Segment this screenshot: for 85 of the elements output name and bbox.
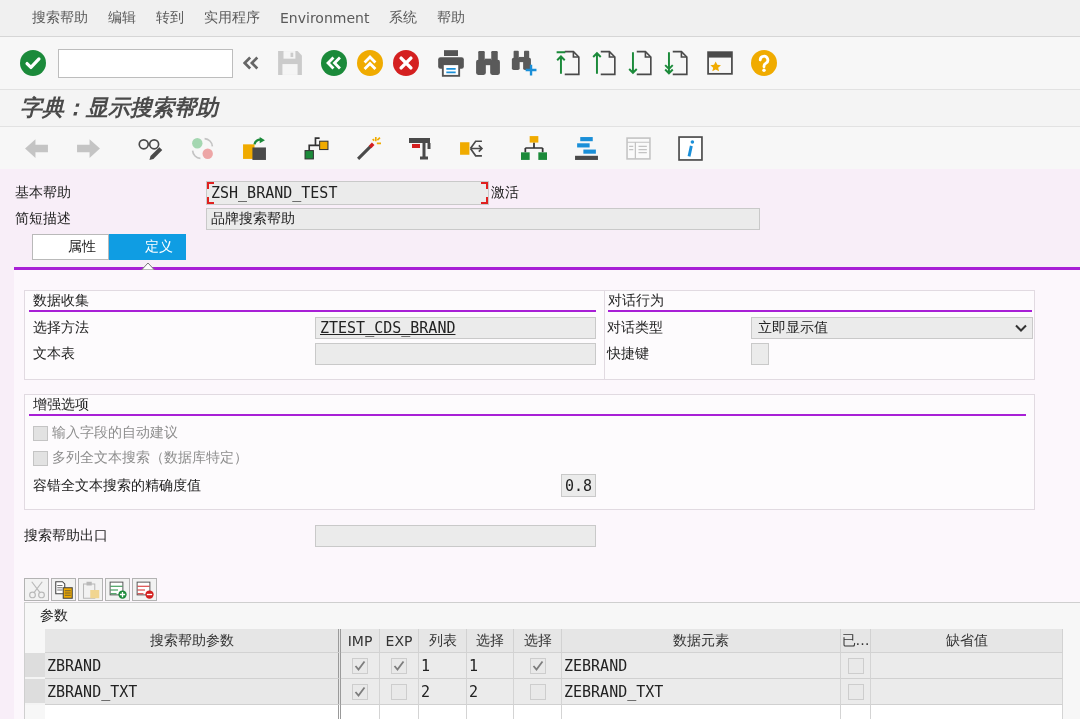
field-label: 文本表: [33, 345, 76, 363]
paste-icon: [81, 580, 100, 599]
menu-item[interactable]: 编辑: [108, 9, 136, 27]
delete-row-icon: [135, 580, 154, 599]
table-title: 参数: [40, 607, 68, 625]
scissors-icon: [27, 580, 46, 599]
column-header[interactable]: 已…: [841, 629, 871, 653]
insert-row-icon: [108, 580, 127, 599]
hierarchy-icon[interactable]: [304, 135, 329, 161]
input-field[interactable]: 0.8: [561, 474, 596, 497]
menu-item[interactable]: 转到: [156, 9, 184, 27]
field-label: 基本帮助: [15, 184, 72, 202]
table-cell: ZBRAND_TXT: [45, 679, 341, 705]
insert-row-button[interactable]: [105, 578, 130, 601]
input-field[interactable]: [315, 343, 596, 365]
checkbox-label: 输入字段的自动建议: [52, 424, 178, 442]
double-chevron-left-icon[interactable]: [243, 55, 259, 71]
table-cell: ZBRAND: [45, 653, 341, 679]
org-chart-icon[interactable]: [521, 135, 547, 161]
field-label: 选择方法: [33, 319, 90, 337]
checkbox[interactable]: [529, 657, 546, 674]
check-icon[interactable]: [20, 50, 46, 76]
squares-arrow-icon[interactable]: [242, 135, 267, 161]
table-cell: ZEBRAND_TXT: [562, 679, 841, 705]
group-title: 对话行为: [608, 291, 664, 310]
tab[interactable]: 属性: [32, 234, 109, 260]
magic-wand-icon[interactable]: [356, 135, 381, 161]
chevron-down-icon: [1015, 324, 1027, 332]
dropdown[interactable]: 立即显示值: [751, 317, 1033, 339]
table-cell: 2: [467, 679, 514, 705]
column-header[interactable]: 数据元素: [562, 629, 841, 653]
copy-icon: [54, 580, 73, 599]
table-cell: ZEBRAND: [562, 653, 841, 679]
field-label: 搜索帮助出口: [24, 527, 109, 545]
table-cell: 1: [467, 653, 514, 679]
command-field[interactable]: [58, 48, 233, 78]
screen-title: 字典：显示搜索帮助: [20, 94, 218, 122]
back-icon[interactable]: [321, 50, 347, 76]
menu-item[interactable]: Environment: [280, 10, 370, 26]
input-field[interactable]: [751, 343, 769, 365]
input-field[interactable]: ZTEST_CDS_BRAND: [315, 317, 596, 339]
binoculars-icon[interactable]: [475, 50, 501, 76]
clamp-icon[interactable]: [408, 136, 432, 160]
column-header[interactable]: EXP: [380, 629, 419, 653]
menu-item[interactable]: 实用程序: [204, 9, 260, 27]
checkbox-label: 多列全文本搜索（数据库特定）: [52, 449, 248, 467]
field-label: 容错全文本搜索的精确度值: [33, 476, 202, 495]
input-field[interactable]: [315, 525, 596, 547]
next-page-icon[interactable]: [627, 50, 653, 76]
copy-button[interactable]: [51, 578, 76, 601]
column-header[interactable]: 选择: [514, 629, 562, 653]
cancel-icon[interactable]: [393, 50, 419, 76]
column-header[interactable]: 搜索帮助参数: [45, 629, 341, 653]
menu-item[interactable]: 帮助: [437, 9, 466, 27]
input-field[interactable]: ZSH_BRAND_TEST: [206, 181, 489, 205]
checkbox[interactable]: [847, 683, 864, 700]
checkbox[interactable]: [391, 657, 407, 674]
info-icon[interactable]: [678, 135, 703, 161]
printer-icon[interactable]: [437, 49, 465, 77]
binoculars-plus-icon[interactable]: [511, 50, 537, 76]
first-page-icon[interactable]: [555, 50, 581, 76]
column-header[interactable]: 选择: [467, 629, 514, 653]
menu-item[interactable]: 搜索帮助: [32, 9, 88, 27]
column-header[interactable]: IMP: [341, 629, 380, 653]
table-cell: 2: [419, 679, 467, 705]
input-field[interactable]: 品牌搜索帮助: [206, 208, 760, 230]
checkbox[interactable]: [352, 657, 368, 674]
checkbox[interactable]: [529, 683, 546, 700]
column-header[interactable]: 缺省值: [871, 629, 1063, 653]
field-label: 简短描述: [15, 210, 72, 228]
layers-icon[interactable]: [574, 135, 599, 161]
checkbox[interactable]: [847, 657, 864, 674]
delete-row-button[interactable]: [132, 578, 157, 601]
last-page-icon[interactable]: [663, 50, 689, 76]
group-title: 数据收集: [33, 291, 89, 310]
previous-page-icon[interactable]: [591, 50, 617, 76]
checkbox[interactable]: [352, 683, 368, 700]
column-header[interactable]: 列表: [419, 629, 467, 653]
group-title: 增强选项: [33, 395, 89, 414]
table-cell: 1: [419, 653, 467, 679]
checkbox[interactable]: [391, 683, 407, 700]
status-text: 激活: [491, 184, 519, 202]
field-label: 对话类型: [607, 319, 664, 337]
menu-item[interactable]: 系统: [389, 9, 418, 27]
field-label: 快捷键: [607, 345, 650, 363]
